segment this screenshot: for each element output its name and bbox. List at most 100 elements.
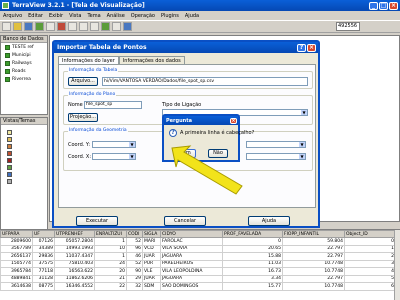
right-select-2[interactable]: ▼ (246, 153, 306, 160)
table-cell[interactable]: 34389 (32, 244, 55, 253)
table-cell[interactable]: VLE (142, 267, 161, 276)
table-cell[interactable]: 29836 (32, 252, 55, 261)
table-cell[interactable]: 08775 (32, 282, 55, 291)
right-select-1[interactable]: ▼ (246, 141, 306, 148)
close-icon[interactable]: × (307, 43, 316, 52)
column-header[interactable]: CODI (126, 230, 143, 238)
minimize-icon[interactable]: _ (369, 1, 378, 10)
table-cell[interactable]: 4 (344, 267, 396, 276)
executar-button[interactable]: Executar (76, 216, 118, 226)
table-cell[interactable]: 16563.622 (54, 267, 95, 276)
table-cell[interactable]: 10 (94, 244, 127, 253)
table-cell[interactable]: JAGUARA (160, 274, 223, 283)
table-cell[interactable]: PARELHEIROS (160, 259, 223, 268)
select-icon[interactable] (112, 22, 121, 31)
table-cell[interactable]: 3965784 (0, 267, 33, 276)
open-icon[interactable] (13, 22, 22, 31)
zoom-scale-field[interactable]: 492556 (336, 22, 360, 31)
table-cell[interactable]: JUAR (142, 252, 161, 261)
tab-data-info[interactable]: Informações dos dados (118, 56, 185, 64)
table-cell[interactable]: 1 (94, 252, 127, 261)
table-cell[interactable]: 75810.403 (54, 259, 95, 268)
chevron-down-icon[interactable]: ▼ (299, 154, 305, 159)
projecao-button[interactable]: Projeção... (68, 113, 98, 122)
zoom-in-icon[interactable] (68, 22, 77, 31)
delete-icon[interactable] (57, 22, 66, 31)
close-icon[interactable]: × (230, 117, 237, 124)
table-row[interactable]: 2809600 07126 05057.2804 1 52 MARI FAROLAC 0 59.… (0, 237, 396, 246)
coord-x-select[interactable]: ▼ (92, 153, 136, 160)
column-header[interactable]: UF (32, 230, 55, 238)
column-header[interactable]: FIOPP_INFANTIL (282, 230, 345, 238)
tree-item[interactable]: Railways (1, 59, 47, 67)
table-cell[interactable]: 22 (94, 282, 127, 291)
table-cell[interactable]: 11037.4347 (54, 252, 95, 261)
table-cell[interactable]: 10.7748 (282, 259, 345, 268)
table-cell[interactable]: 22.797 (282, 274, 345, 283)
tab-layer-info[interactable]: Informações do layer (58, 56, 119, 64)
menu-editar[interactable]: Editar (28, 13, 43, 19)
table-cell[interactable]: 90 (126, 267, 143, 276)
checkbox-icon[interactable] (5, 52, 10, 58)
table-cell[interactable]: SAO DOMINGOS (160, 282, 223, 291)
tree-item[interactable]: Municípi (1, 51, 47, 59)
chevron-down-icon[interactable]: ▼ (299, 142, 305, 147)
table-cell[interactable]: 1 (94, 237, 127, 246)
column-header[interactable]: ENRALTIZUI (94, 230, 127, 238)
table-cell[interactable]: 52 (126, 259, 143, 268)
table-cell[interactable]: 22.797 (282, 244, 345, 253)
menu-ajuda[interactable]: Ajuda (185, 13, 199, 19)
tree-item[interactable]: Riverrea (1, 75, 47, 83)
menu-vista[interactable]: Vista (69, 13, 81, 19)
maximize-icon[interactable]: □ (379, 1, 388, 10)
table-row[interactable]: 1505774 37575 75810.403 24 52 PUR PARELHEIROS 1… (0, 259, 396, 268)
ajuda-button[interactable]: Ajuda (248, 216, 290, 226)
table-cell[interactable]: FAROLAC (160, 237, 223, 246)
table-cell[interactable]: 15.77 (222, 282, 283, 291)
table-cell[interactable]: 2 (344, 252, 396, 261)
layer-icon[interactable] (35, 22, 44, 31)
menu-tema[interactable]: Tema (87, 13, 100, 19)
tree-item[interactable]: TESTE ref (1, 43, 47, 51)
chevron-down-icon[interactable]: ▼ (129, 154, 135, 159)
table-cell[interactable]: 29 (126, 274, 143, 283)
menu-operacao[interactable]: Operação (131, 13, 155, 19)
table-cell[interactable]: 11862.6206 (54, 274, 95, 283)
arquivo-button[interactable]: Arquivo... (68, 77, 98, 86)
cancelar-button[interactable]: Cancelar (164, 216, 206, 226)
tree-item[interactable]: Roads (1, 67, 47, 75)
checkbox-icon[interactable] (5, 68, 10, 74)
table-cell[interactable]: MARI (142, 237, 161, 246)
table-row[interactable]: 4889841 31128 11862.6206 21 29 JUAR JAGUARA 3.3… (0, 274, 396, 283)
file-path-field[interactable]: hi/Vim/VANTOSA VERDÃO/Dados/file_spot_sp… (102, 77, 308, 86)
pan-icon[interactable] (90, 22, 99, 31)
table-cell[interactable]: 1505774 (0, 259, 33, 268)
table-cell[interactable]: 16.73 (222, 267, 283, 276)
table-cell[interactable]: 3.34 (222, 274, 283, 283)
column-header[interactable]: PROF_FAVELADA (222, 230, 283, 238)
table-row[interactable]: 3614638 08775 16346.4552 22 32 SDM SAO DOMINGO… (0, 282, 396, 291)
coord-y-select[interactable]: ▼ (92, 141, 136, 148)
table-cell[interactable]: 31128 (32, 274, 55, 283)
column-header[interactable]: UFPARA (0, 230, 33, 238)
zoom-out-icon[interactable] (79, 22, 88, 31)
table-cell[interactable]: 0 (344, 237, 396, 246)
table-cell[interactable]: 96 (126, 244, 143, 253)
table-cell[interactable]: 6 (344, 282, 396, 291)
chevron-down-icon[interactable]: ▼ (129, 142, 135, 147)
table-cell[interactable]: JAGUARA (160, 252, 223, 261)
table-cell[interactable]: 59.804 (282, 237, 345, 246)
table-cell[interactable]: 14993.1993 (54, 244, 95, 253)
save-icon[interactable] (24, 22, 33, 31)
new-icon[interactable] (2, 22, 11, 31)
chevron-down-icon[interactable]: ▼ (301, 110, 307, 115)
checkbox-icon[interactable] (5, 44, 10, 50)
menu-plugins[interactable]: Plugins (161, 13, 179, 19)
table-cell[interactable]: 21 (94, 274, 127, 283)
table-cell[interactable]: 20.65 (222, 244, 283, 253)
table-cell[interactable]: 2809600 (0, 237, 33, 246)
draw-icon[interactable] (101, 22, 110, 31)
table-cell[interactable]: 0 (222, 237, 283, 246)
table-cell[interactable]: 32 (126, 282, 143, 291)
table-cell[interactable]: 3614638 (0, 282, 33, 291)
